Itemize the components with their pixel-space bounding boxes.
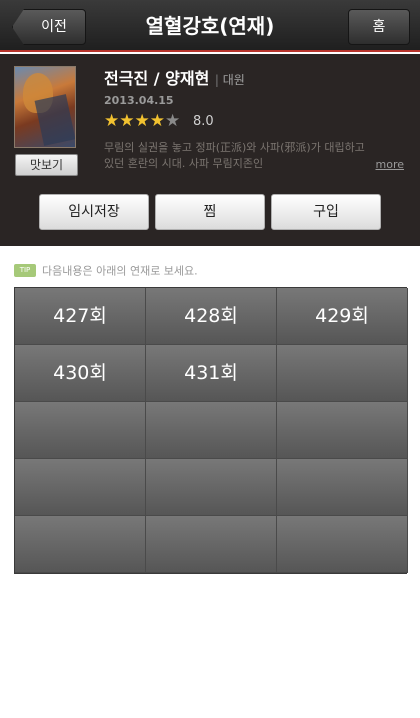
rating-stars: ★★★★★ (104, 111, 180, 131)
star-icon: ★ (165, 111, 181, 131)
tip-text: 다음내용은 아래의 연재로 보세요. (42, 264, 198, 278)
book-description: 무림의 실권을 놓고 정파(正派)와 사파(邪派)가 대립하고 있던 혼란의 시… (104, 141, 365, 170)
episode-431-button[interactable]: 431회 (146, 345, 277, 402)
star-icon: ★ (134, 111, 150, 131)
empty-episode-cell (277, 345, 408, 402)
rating-score: 8.0 (193, 114, 214, 129)
episode-427-button[interactable]: 427회 (15, 288, 146, 345)
more-link[interactable]: more (376, 158, 405, 171)
empty-episode-cell (277, 402, 408, 459)
empty-episode-cell (146, 516, 277, 573)
wishlist-button[interactable]: 찜 (155, 194, 265, 230)
star-icon: ★ (119, 111, 135, 131)
author-names: 전극진 / 양재현 (104, 69, 210, 88)
tip-row: TIP 다음내용은 아래의 연재로 보세요. (14, 260, 198, 278)
buy-button[interactable]: 구입 (271, 194, 381, 230)
back-button[interactable]: 이전 (12, 9, 86, 45)
episode-429-button[interactable]: 429회 (277, 288, 408, 345)
author-line: 전극진 / 양재현 | 대원 (104, 65, 245, 89)
empty-episode-cell (277, 516, 408, 573)
star-icon: ★ (149, 111, 165, 131)
save-temp-button[interactable]: 임시저장 (39, 194, 149, 230)
publish-date: 2013.04.15 (104, 94, 174, 107)
empty-episode-cell (277, 459, 408, 516)
publisher-name: 대원 (222, 73, 245, 87)
cover-figure-shape (34, 94, 75, 146)
preview-button[interactable]: 맛보기 (15, 154, 78, 176)
separator: | (214, 73, 223, 87)
episode-428-button[interactable]: 428회 (146, 288, 277, 345)
empty-episode-cell (15, 459, 146, 516)
episode-430-button[interactable]: 430회 (15, 345, 146, 402)
empty-episode-cell (15, 516, 146, 573)
book-cover-image[interactable] (14, 66, 76, 148)
empty-episode-cell (146, 402, 277, 459)
top-bar: 이전 열혈강호(연재) 홈 (0, 0, 420, 52)
episode-grid: 427회 428회 429회 430회 431회 (14, 287, 408, 574)
book-info-panel: 맛보기 전극진 / 양재현 | 대원 2013.04.15 ★★★★★ 8.0 … (0, 54, 420, 246)
empty-episode-cell (15, 402, 146, 459)
empty-episode-cell (146, 459, 277, 516)
tip-badge: TIP (14, 264, 36, 277)
page-title: 열혈강호(연재) (145, 14, 275, 38)
home-button[interactable]: 홈 (348, 9, 410, 45)
star-icon: ★ (104, 111, 120, 131)
